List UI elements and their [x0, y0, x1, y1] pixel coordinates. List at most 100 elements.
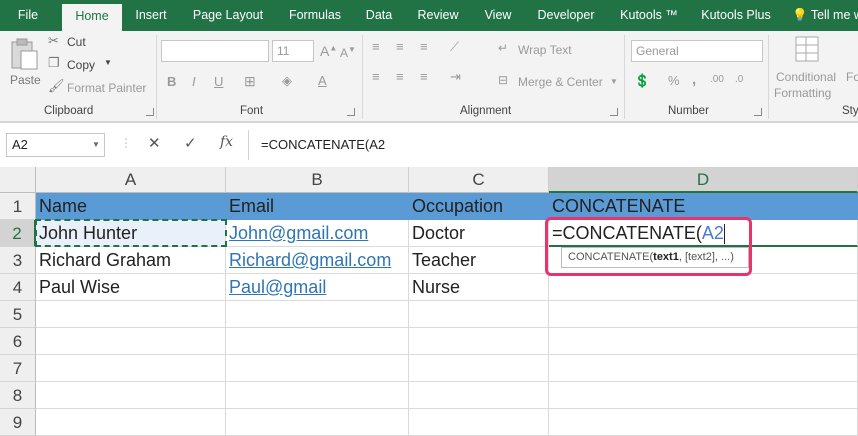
decrease-font-icon[interactable]: A▼ [340, 45, 356, 60]
underline-button[interactable]: U [214, 74, 223, 89]
cut-button[interactable]: ✂ Cut [48, 33, 108, 52]
cell-b2[interactable]: John@gmail.com [226, 220, 409, 247]
tab-view[interactable]: View [478, 0, 518, 31]
tab-formulas[interactable]: Formulas [280, 0, 350, 31]
row-header-9[interactable]: 9 [0, 409, 36, 436]
number-dialog-launcher[interactable] [754, 108, 762, 116]
align-center-icon[interactable]: ≡ [396, 69, 404, 84]
column-header-d[interactable]: D [549, 167, 858, 193]
tab-kutools-plus[interactable]: Kutools Plus [696, 0, 776, 31]
cell[interactable] [36, 328, 226, 355]
italic-button[interactable]: I [192, 74, 196, 89]
cell-b1[interactable]: Email [226, 193, 409, 220]
indent-icon[interactable]: ⇥ [450, 69, 461, 85]
cell[interactable] [549, 301, 858, 328]
cell-c1[interactable]: Occupation [409, 193, 549, 220]
cell[interactable] [409, 355, 549, 382]
cell[interactable] [226, 301, 409, 328]
tab-data[interactable]: Data [360, 0, 398, 31]
cell[interactable] [409, 409, 549, 436]
select-all-corner[interactable] [0, 167, 36, 193]
paste-button[interactable]: Paste [6, 35, 42, 95]
cell[interactable] [36, 355, 226, 382]
cancel-icon[interactable]: ✕ [148, 134, 161, 152]
percent-button[interactable]: % [668, 73, 680, 88]
merge-center-button[interactable]: ⊟ Merge & Center ▼ [498, 73, 622, 91]
cell[interactable] [226, 328, 409, 355]
cell[interactable] [409, 328, 549, 355]
cell[interactable] [409, 382, 549, 409]
formula-input[interactable]: =CONCATENATE(A2 [261, 137, 385, 152]
font-name-dropdown[interactable] [259, 40, 269, 62]
cell[interactable] [36, 301, 226, 328]
increase-font-icon[interactable]: A▲ [320, 43, 337, 59]
cell[interactable] [36, 409, 226, 436]
cell-c2[interactable]: Doctor [409, 220, 549, 247]
cell-a4[interactable]: Paul Wise [36, 274, 226, 301]
align-right-icon[interactable]: ≡ [420, 69, 428, 84]
number-format-select[interactable]: General [631, 40, 763, 62]
column-header-c[interactable]: C [409, 167, 549, 193]
clipboard-dialog-launcher[interactable] [146, 108, 154, 116]
cell-b3[interactable]: Richard@gmail.com [226, 247, 409, 274]
cell[interactable] [549, 328, 858, 355]
tab-file[interactable]: File [8, 0, 48, 31]
borders-icon[interactable]: ⊞ [244, 73, 256, 90]
align-left-icon[interactable]: ≡ [372, 69, 380, 84]
tab-home[interactable]: Home [62, 4, 122, 31]
cell[interactable] [549, 382, 858, 409]
cell[interactable] [226, 409, 409, 436]
tab-kutools[interactable]: Kutools ™ [612, 0, 686, 31]
font-size-input[interactable]: 11 [272, 40, 314, 62]
row-header-3[interactable]: 3 [0, 247, 36, 274]
row-header-4[interactable]: 4 [0, 274, 36, 301]
cell[interactable] [36, 382, 226, 409]
cell-c3[interactable]: Teacher [409, 247, 549, 274]
row-header-5[interactable]: 5 [0, 301, 36, 328]
cell-b4[interactable]: Paul@gmail [226, 274, 409, 301]
cell[interactable] [226, 382, 409, 409]
cell[interactable] [409, 301, 549, 328]
tab-tell-me[interactable]: 💡 Tell me w [792, 0, 858, 31]
decrease-decimal-icon[interactable]: .0 [735, 74, 743, 85]
format-painter-button[interactable]: 🖌 Format Painter [48, 78, 148, 97]
font-dialog-launcher[interactable] [347, 108, 355, 116]
cell-c4[interactable]: Nurse [409, 274, 549, 301]
copy-button[interactable]: ❐ Copy ▼ [48, 55, 118, 74]
bold-button[interactable]: B [167, 74, 176, 89]
increase-decimal-icon[interactable]: .00 [710, 74, 724, 85]
cell[interactable] [226, 355, 409, 382]
currency-icon[interactable]: 💲 [634, 73, 650, 89]
cell[interactable] [549, 409, 858, 436]
wrap-text-button[interactable]: ↵ Wrap Text [498, 41, 578, 59]
name-box[interactable]: A2 [6, 133, 105, 157]
chevron-down-icon[interactable]: ▼ [92, 140, 100, 149]
insert-function-icon[interactable]: fx [220, 134, 233, 150]
column-header-a[interactable]: A [36, 167, 226, 193]
row-header-6[interactable]: 6 [0, 328, 36, 355]
enter-icon[interactable]: ✓ [184, 134, 197, 152]
cell-a3[interactable]: Richard Graham [36, 247, 226, 274]
row-header-1[interactable]: 1 [0, 193, 36, 220]
tab-insert[interactable]: Insert [128, 0, 174, 31]
top-align-icon[interactable]: ≡ [372, 39, 380, 54]
fill-color-icon[interactable]: ◈ [282, 73, 292, 89]
column-header-b[interactable]: B [226, 167, 409, 193]
middle-align-icon[interactable]: ≡ [396, 39, 404, 54]
bottom-align-icon[interactable]: ≡ [420, 39, 428, 54]
cell[interactable] [549, 355, 858, 382]
format-as-table-button[interactable]: Fo [846, 70, 858, 84]
tab-review[interactable]: Review [410, 0, 466, 31]
tab-developer[interactable]: Developer [530, 0, 602, 31]
comma-button[interactable]: , [692, 71, 696, 88]
alignment-dialog-launcher[interactable] [610, 108, 618, 116]
orientation-icon[interactable]: ⟋ [450, 39, 459, 55]
cell-d1[interactable]: CONCATENATE [549, 193, 858, 220]
conditional-formatting-button[interactable]: Conditional Formatting [772, 35, 844, 103]
font-color-icon[interactable]: A [318, 73, 327, 88]
font-name-input[interactable] [161, 40, 269, 62]
row-header-8[interactable]: 8 [0, 382, 36, 409]
tab-page-layout[interactable]: Page Layout [186, 0, 270, 31]
row-header-2[interactable]: 2 [0, 220, 36, 247]
cell-d4[interactable] [549, 274, 858, 301]
